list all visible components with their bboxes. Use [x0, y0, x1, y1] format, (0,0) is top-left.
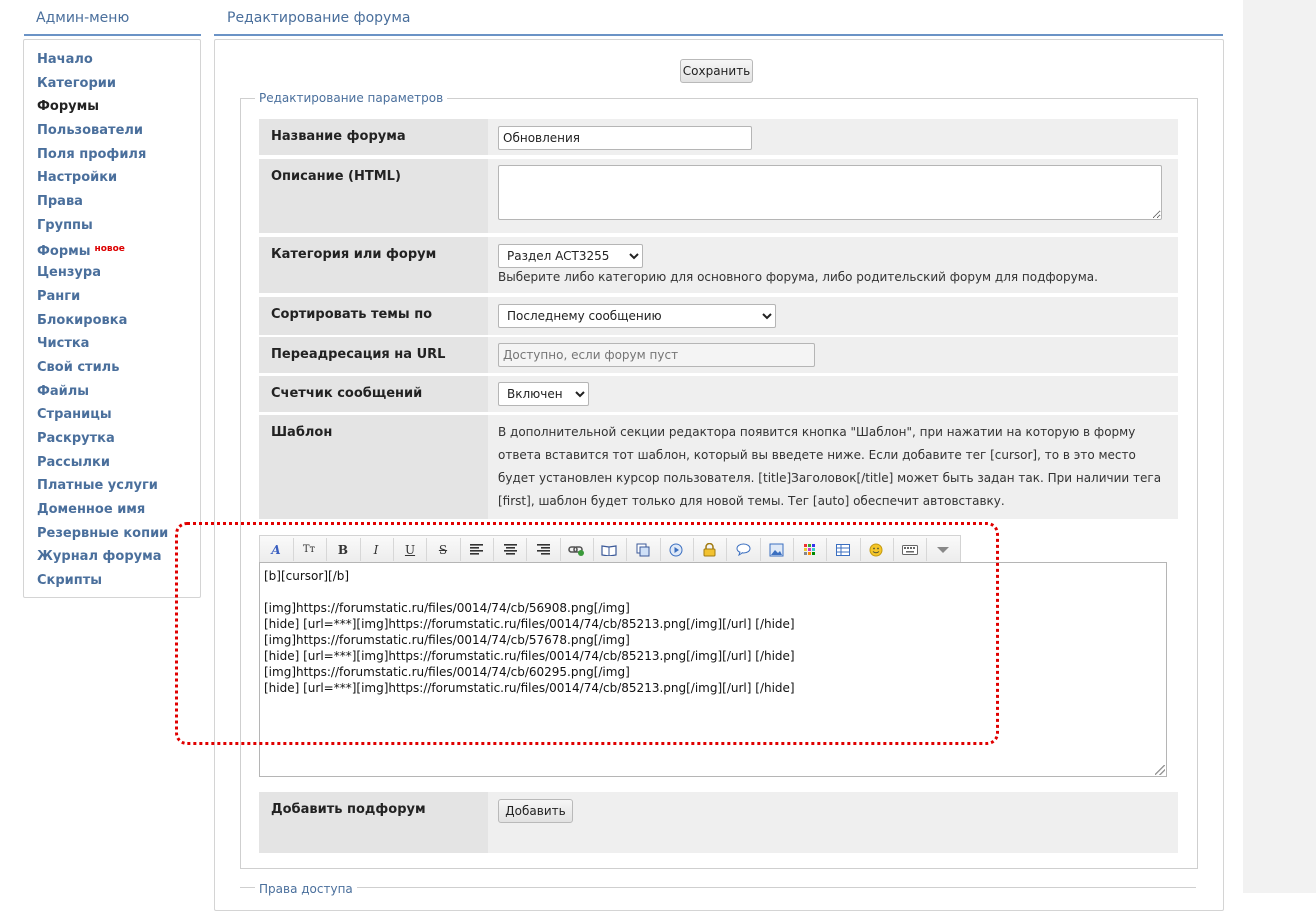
- sidebar-item-groups[interactable]: Группы: [37, 214, 168, 238]
- lock-icon[interactable]: [698, 539, 720, 560]
- access-fieldset: [240, 887, 1196, 918]
- sidebar-item-scripts[interactable]: Скрипты: [37, 569, 168, 593]
- admin-menu: Начало Категории Форумы Пользователи Пол…: [37, 48, 168, 593]
- template-editor[interactable]: [b][cursor][/b] [img]https://forumstatic…: [259, 562, 1167, 777]
- sidebar-item-forms[interactable]: Формы новое: [37, 238, 168, 262]
- category-label: Категория или форум: [259, 237, 488, 293]
- sidebar-item-bans[interactable]: Блокировка: [37, 309, 168, 333]
- book-icon[interactable]: [598, 539, 620, 560]
- copy-icon[interactable]: [632, 539, 654, 560]
- redirect-url-input[interactable]: [498, 343, 815, 367]
- save-button[interactable]: Сохранить: [680, 59, 753, 83]
- main-header: Редактирование форума: [214, 0, 1223, 36]
- params-legend: Редактирование параметров: [255, 91, 448, 105]
- dropdown-icon[interactable]: [932, 539, 954, 560]
- sidebar-header: Админ-меню: [24, 0, 201, 36]
- sidebar-item-files[interactable]: Файлы: [37, 380, 168, 404]
- sidebar-item-profile-fields[interactable]: Поля профиля: [37, 143, 168, 167]
- image-icon[interactable]: [765, 539, 787, 560]
- bold-icon[interactable]: B: [332, 539, 354, 560]
- sidebar-item-forum-log[interactable]: Журнал форума: [37, 545, 168, 569]
- sidebar-title: Админ-меню: [36, 10, 130, 26]
- sidebar-item-forums[interactable]: Форумы: [37, 95, 168, 119]
- template-label: Шаблон: [259, 415, 488, 519]
- strike-icon[interactable]: S: [432, 539, 454, 560]
- sidebar-item-pages[interactable]: Страницы: [37, 403, 168, 427]
- category-cell: Раздел ACT3255 Выберите либо категорию д…: [488, 237, 1178, 293]
- forum-name-label: Название форума: [259, 119, 488, 155]
- template-cell: В дополнительной секции редактора появит…: [488, 415, 1178, 519]
- sidebar-item-start[interactable]: Начало: [37, 48, 168, 72]
- sidebar-item-settings[interactable]: Настройки: [37, 166, 168, 190]
- sidebar-item-mailings[interactable]: Рассылки: [37, 451, 168, 475]
- quote-icon[interactable]: [732, 539, 754, 560]
- forum-name-input[interactable]: [498, 126, 752, 150]
- sort-select[interactable]: Последнему сообщению: [498, 304, 776, 328]
- size-icon[interactable]: Tт: [298, 539, 320, 560]
- page-gutter: [1243, 0, 1316, 893]
- sort-label: Сортировать темы по: [259, 297, 488, 335]
- align-right-icon[interactable]: [532, 539, 554, 560]
- align-left-icon[interactable]: [465, 539, 487, 560]
- font-icon[interactable]: A: [265, 539, 287, 560]
- subforum-label: Добавить подфорум: [259, 792, 488, 853]
- forum-name-cell: [488, 119, 1178, 155]
- redirect-label: Переадресация на URL: [259, 337, 488, 373]
- sidebar-item-ranks[interactable]: Ранги: [37, 285, 168, 309]
- link-icon[interactable]: [565, 539, 587, 560]
- description-textarea[interactable]: [498, 165, 1162, 220]
- counter-select[interactable]: Включен: [498, 382, 589, 406]
- counter-cell: Включен: [488, 376, 1178, 412]
- align-center-icon[interactable]: [499, 539, 521, 560]
- sort-cell: Последнему сообщению: [488, 297, 1178, 335]
- sidebar-item-paid-services[interactable]: Платные услуги: [37, 474, 168, 498]
- sidebar-item-promotion[interactable]: Раскрутка: [37, 427, 168, 451]
- underline-icon[interactable]: U: [399, 539, 421, 560]
- subforum-cell: [488, 792, 1178, 853]
- category-select[interactable]: Раздел ACT3255: [498, 244, 643, 268]
- access-legend: Права доступа: [255, 882, 357, 896]
- video-icon[interactable]: [665, 539, 687, 560]
- sidebar-item-censorship[interactable]: Цензура: [37, 261, 168, 285]
- editor-toolbar: A Tт B I U S: [259, 535, 961, 563]
- page-title: Редактирование форума: [227, 10, 411, 26]
- italic-icon[interactable]: I: [365, 539, 387, 560]
- sidebar-item-permissions[interactable]: Права: [37, 190, 168, 214]
- category-hint: Выберите либо категорию для основного фо…: [498, 270, 1098, 284]
- sidebar-item-prune[interactable]: Чистка: [37, 332, 168, 356]
- redirect-cell: [488, 337, 1178, 373]
- template-hint: В дополнительной секции редактора появит…: [498, 425, 1162, 508]
- new-badge: новое: [94, 243, 125, 254]
- description-cell: [488, 159, 1178, 233]
- resize-grip-icon[interactable]: [1155, 765, 1165, 775]
- sidebar-item-backups[interactable]: Резервные копии: [37, 522, 168, 546]
- description-label: Описание (HTML): [259, 159, 488, 233]
- sidebar-item-users[interactable]: Пользователи: [37, 119, 168, 143]
- sidebar-item-categories[interactable]: Категории: [37, 72, 168, 96]
- sidebar: Начало Категории Форумы Пользователи Пол…: [23, 39, 201, 598]
- keyboard-icon[interactable]: [899, 539, 921, 560]
- sidebar-item-custom-style[interactable]: Свой стиль: [37, 356, 168, 380]
- smiley-icon[interactable]: [865, 539, 887, 560]
- add-subforum-button[interactable]: Добавить: [498, 799, 573, 823]
- table-icon[interactable]: [832, 539, 854, 560]
- sidebar-item-domain[interactable]: Доменное имя: [37, 498, 168, 522]
- counter-label: Счетчик сообщений: [259, 376, 488, 412]
- color-palette-icon[interactable]: [799, 539, 821, 560]
